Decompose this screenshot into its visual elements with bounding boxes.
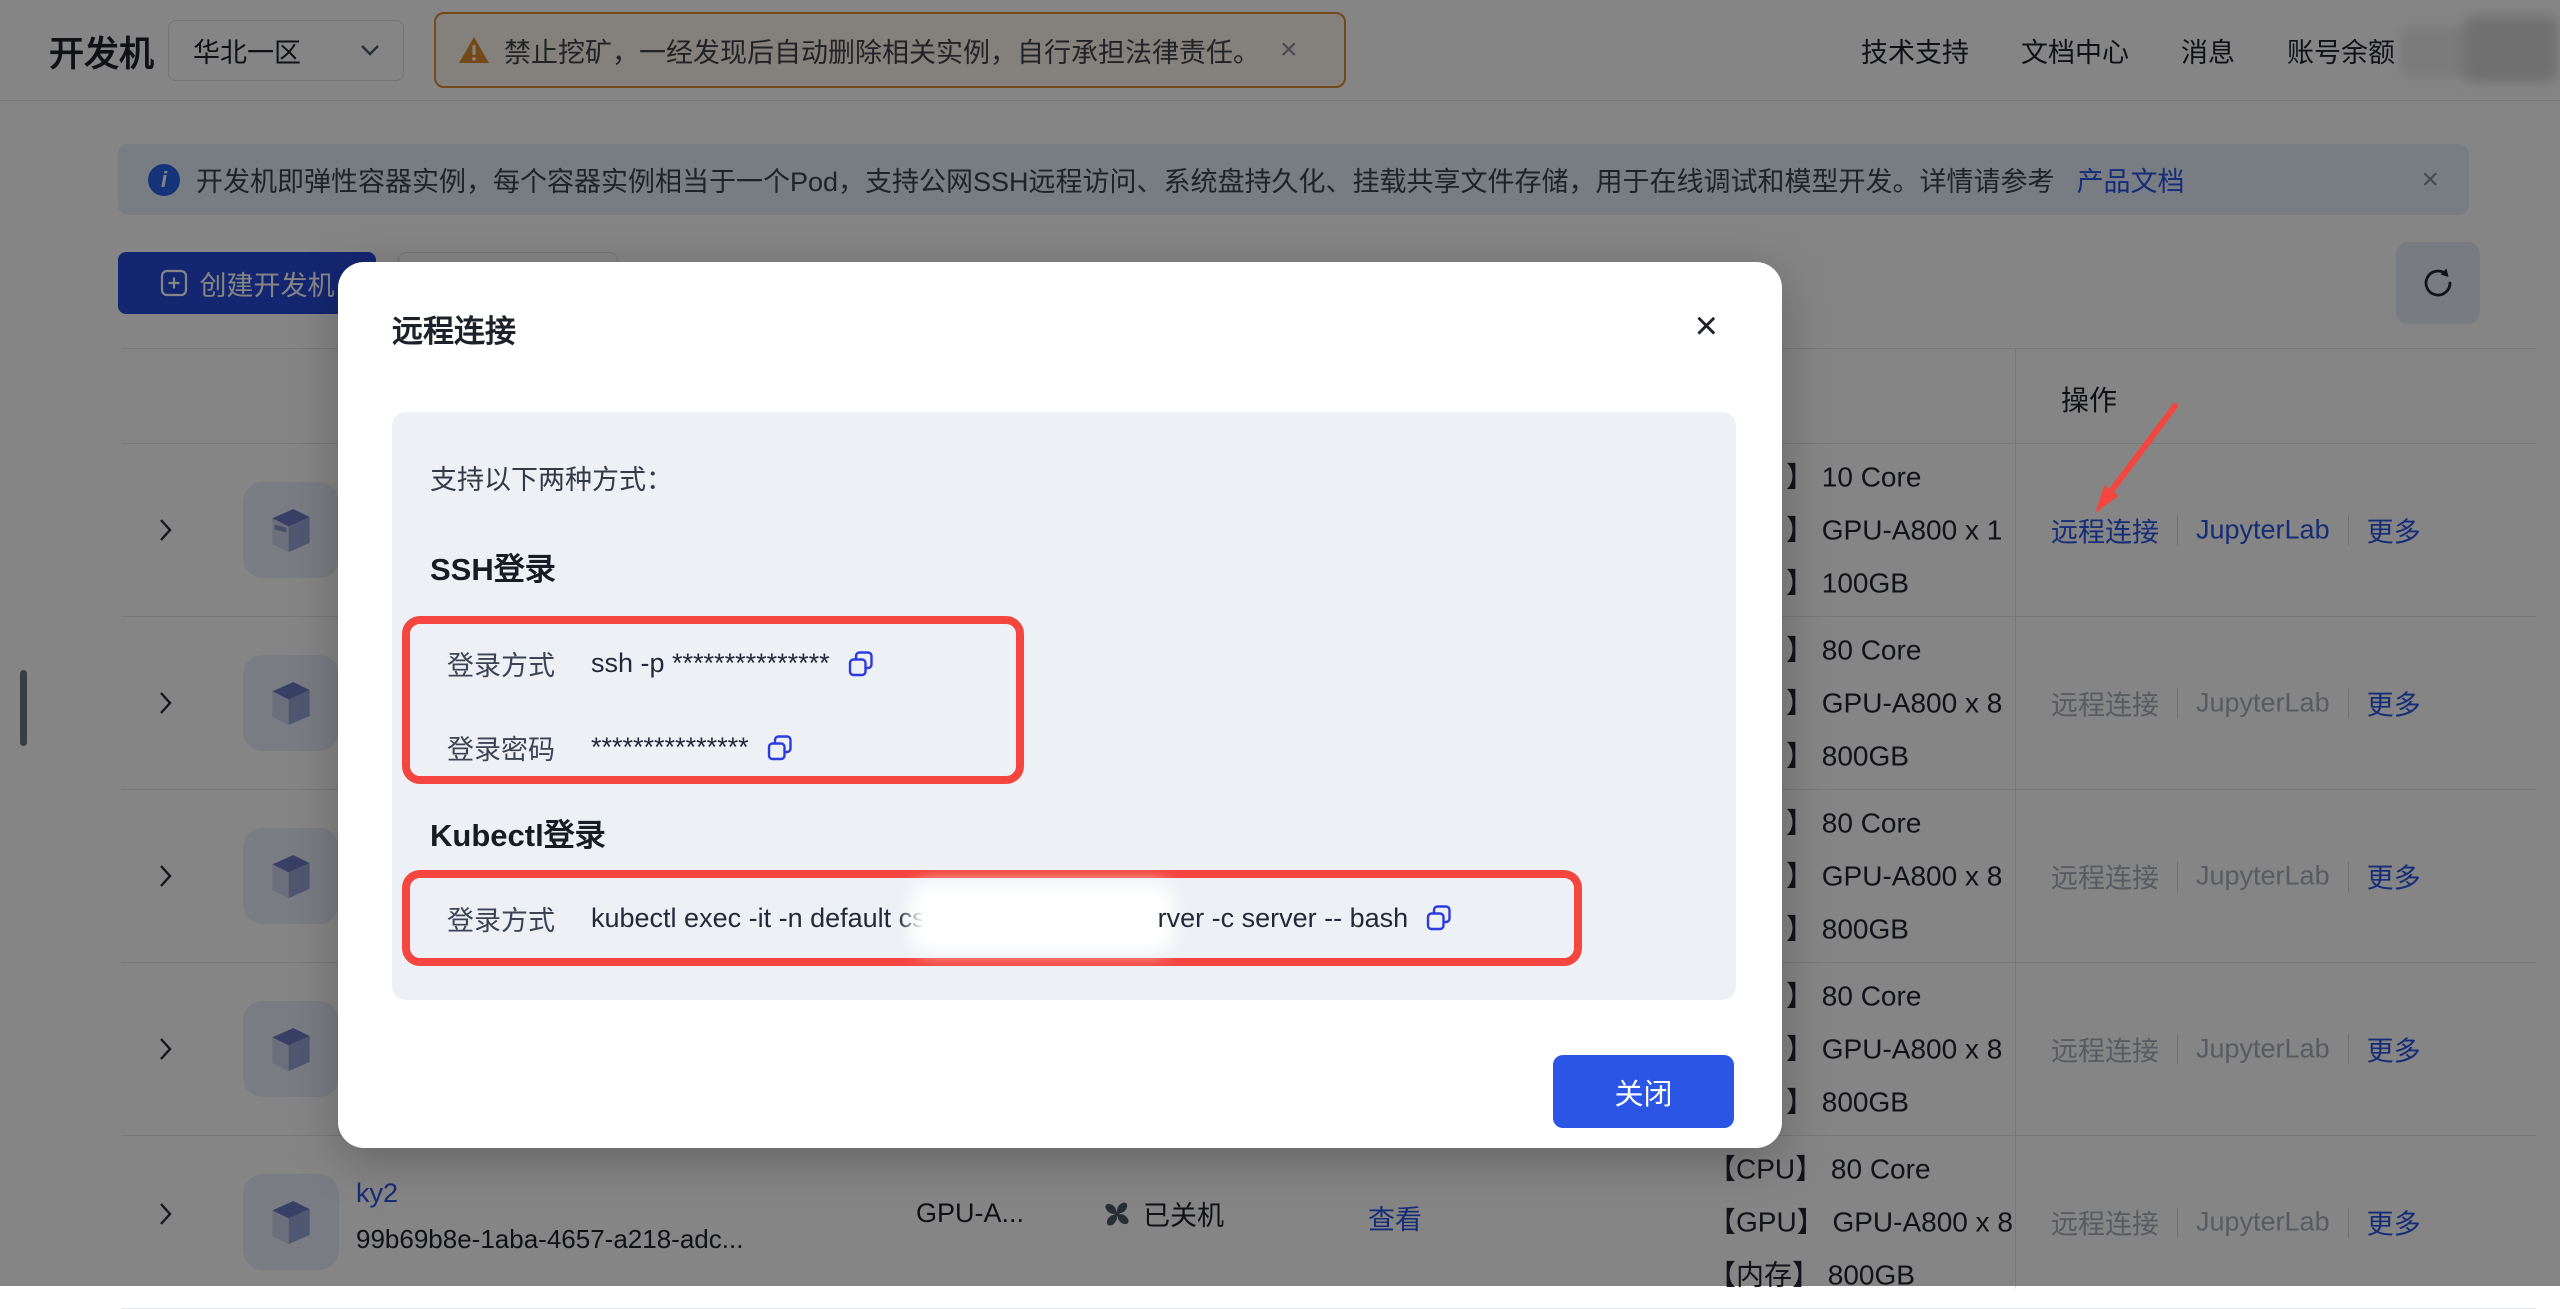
kubectl-command-value: kubectl exec -it -n default csrver -c se… xyxy=(591,895,1454,941)
ssh-method-value: ssh -p *************** xyxy=(591,648,876,679)
modal-close-icon[interactable]: × xyxy=(1695,306,1718,346)
ssh-password-row: 登录密码 *************** xyxy=(447,728,795,767)
modal-close-button[interactable]: 关闭 xyxy=(1553,1055,1734,1128)
kubectl-section-heading: Kubectl登录 xyxy=(430,810,606,855)
red-annotation-arrow xyxy=(2040,398,2210,538)
kubectl-method-row: 登录方式 kubectl exec -it -n default csrver … xyxy=(447,895,1454,941)
copy-icon[interactable] xyxy=(765,733,795,763)
modal-intro-text: 支持以下两种方式： xyxy=(430,458,673,497)
ssh-password-label: 登录密码 xyxy=(447,728,569,767)
ssh-password-value: *************** xyxy=(591,732,795,763)
ssh-method-label: 登录方式 xyxy=(447,644,569,683)
kubectl-method-label: 登录方式 xyxy=(447,899,569,938)
copy-icon[interactable] xyxy=(846,649,876,679)
pod-name-redacted-blur xyxy=(922,895,1162,941)
modal-title: 远程连接 xyxy=(392,306,516,351)
ssh-method-row: 登录方式 ssh -p *************** xyxy=(447,644,876,683)
copy-icon[interactable] xyxy=(1424,903,1454,933)
ssh-section-heading: SSH登录 xyxy=(430,544,556,589)
remote-connection-modal: 远程连接 × 支持以下两种方式： SSH登录 登录方式 ssh -p *****… xyxy=(338,262,1782,1148)
connection-info-panel: 支持以下两种方式： SSH登录 登录方式 ssh -p ************… xyxy=(392,412,1736,1000)
